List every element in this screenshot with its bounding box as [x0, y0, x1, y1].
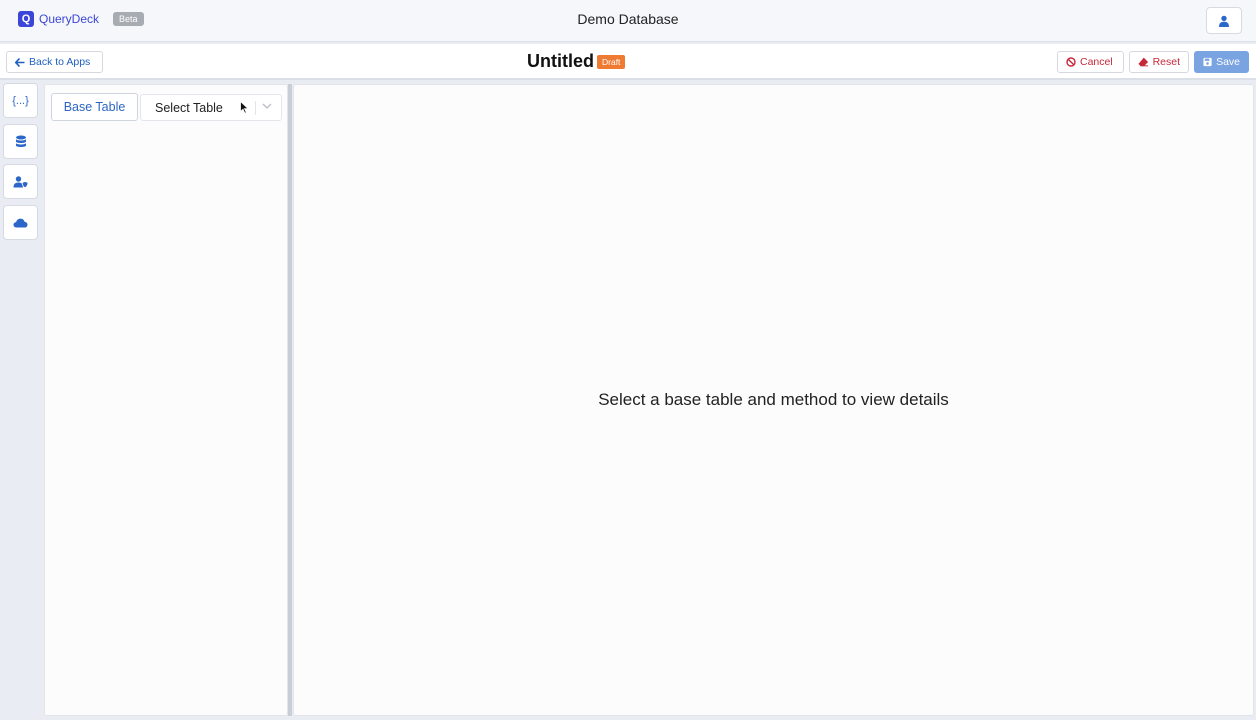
eraser-icon: [1138, 57, 1149, 67]
select-table-value: Select Table: [155, 101, 223, 115]
page-title: Untitled: [527, 51, 594, 71]
select-table-dropdown[interactable]: Select Table: [140, 94, 282, 121]
user-menu-button[interactable]: [1206, 7, 1242, 34]
left-panel: Base Table Select Table: [44, 84, 288, 716]
chevron-down-icon[interactable]: [262, 103, 272, 110]
arrow-left-icon: [15, 57, 25, 67]
mouse-pointer-icon: [240, 101, 249, 114]
database-icon: [15, 135, 26, 147]
floppy-disk-icon: [1203, 57, 1212, 67]
brand[interactable]: Q QueryDeck Beta: [18, 11, 144, 27]
rail-cloud-button[interactable]: [3, 205, 38, 240]
cancel-label: Cancel: [1080, 56, 1113, 68]
top-bar: Q QueryDeck Beta Demo Database: [0, 0, 1256, 42]
cloud-icon: [13, 218, 28, 227]
brand-logo: Q: [18, 11, 34, 27]
panel-resize-handle[interactable]: [288, 84, 292, 716]
save-button[interactable]: Save: [1194, 51, 1249, 73]
reset-label: Reset: [1152, 56, 1180, 68]
brand-name: QueryDeck: [39, 12, 100, 26]
editor-toolbar: Back to Apps Untitled Draft Cancel Reset…: [0, 44, 1256, 80]
cancel-button[interactable]: Cancel: [1057, 51, 1124, 73]
ban-icon: [1066, 57, 1076, 67]
left-rail: {...}: [0, 82, 41, 720]
rail-database-button[interactable]: [3, 124, 38, 159]
user-icon: [1219, 15, 1229, 27]
back-to-apps-button[interactable]: Back to Apps: [6, 51, 103, 73]
json-braces-icon: {...}: [12, 94, 29, 107]
empty-state-message: Select a base table and method to view d…: [598, 390, 949, 409]
database-title: Demo Database: [577, 11, 679, 27]
user-shield-icon: [13, 175, 28, 188]
main-panel: Select a base table and method to view d…: [293, 84, 1254, 716]
rail-json-button[interactable]: {...}: [3, 83, 38, 118]
rail-users-button[interactable]: [3, 164, 38, 199]
reset-button[interactable]: Reset: [1129, 51, 1189, 73]
save-label: Save: [1216, 56, 1240, 68]
tab-base-table[interactable]: Base Table: [51, 93, 138, 121]
status-badge: Draft: [597, 55, 626, 69]
beta-badge: Beta: [113, 12, 144, 26]
select-separator: [255, 101, 256, 115]
back-to-apps-label: Back to Apps: [29, 56, 91, 68]
